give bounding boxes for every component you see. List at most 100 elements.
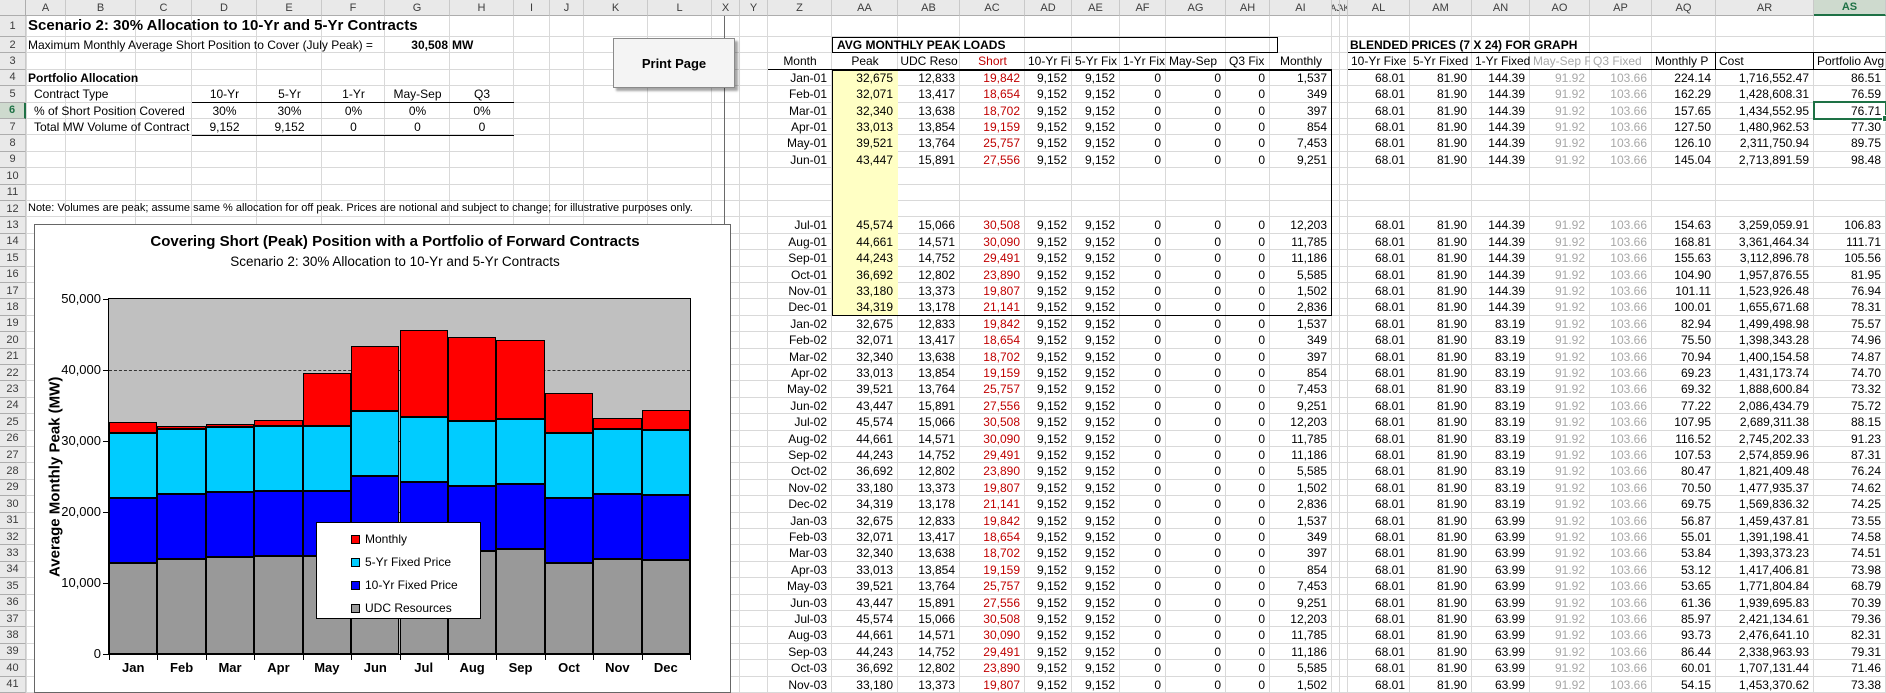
cell-AO19[interactable]: 91.92 bbox=[1530, 316, 1590, 332]
cell-AF33[interactable]: 0 bbox=[1120, 545, 1166, 561]
cell-AR30[interactable]: 1,569,836.32 bbox=[1716, 496, 1814, 512]
cell-AM27[interactable]: 81.90 bbox=[1410, 447, 1472, 463]
row-header-29[interactable]: 29 bbox=[0, 480, 26, 496]
cell-AD40[interactable]: 9,152 bbox=[1025, 660, 1072, 676]
cell-AM23[interactable]: 81.90 bbox=[1410, 381, 1472, 397]
cell-Z40[interactable]: Oct-03 bbox=[768, 660, 832, 676]
cell-H5[interactable]: Q3 bbox=[450, 86, 514, 102]
cell-AB28[interactable]: 12,802 bbox=[898, 463, 960, 479]
cell-AG33[interactable]: 0 bbox=[1166, 545, 1226, 561]
cell-AS21[interactable]: 74.87 bbox=[1814, 349, 1886, 365]
cell-AH21[interactable]: 0 bbox=[1226, 349, 1270, 365]
cell-AO25[interactable]: 91.92 bbox=[1530, 414, 1590, 430]
cell-AL35[interactable]: 68.01 bbox=[1348, 578, 1410, 594]
cell-AD23[interactable]: 9,152 bbox=[1025, 381, 1072, 397]
cell-AQ34[interactable]: 53.12 bbox=[1652, 562, 1716, 578]
column-header-E[interactable]: E bbox=[257, 0, 322, 16]
cell-AL7[interactable]: 68.01 bbox=[1348, 119, 1410, 135]
cell-AN26[interactable]: 83.19 bbox=[1472, 431, 1530, 447]
cell-AN28[interactable]: 83.19 bbox=[1472, 463, 1530, 479]
cell-AI21[interactable]: 397 bbox=[1270, 349, 1332, 365]
cell-AQ32[interactable]: 55.01 bbox=[1652, 529, 1716, 545]
cell-AG4[interactable]: 0 bbox=[1166, 70, 1226, 86]
cell-AH35[interactable]: 0 bbox=[1226, 578, 1270, 594]
cell-AO27[interactable]: 91.92 bbox=[1530, 447, 1590, 463]
cell-AH16[interactable]: 0 bbox=[1226, 267, 1270, 283]
cell-AD38[interactable]: 9,152 bbox=[1025, 627, 1072, 643]
cell-AL32[interactable]: 68.01 bbox=[1348, 529, 1410, 545]
cell-AA18[interactable]: 34,319 bbox=[832, 299, 898, 315]
cell-AM32[interactable]: 81.90 bbox=[1410, 529, 1472, 545]
cell-AB16[interactable]: 12,802 bbox=[898, 267, 960, 283]
cell-AH24[interactable]: 0 bbox=[1226, 398, 1270, 414]
cell-AN22[interactable]: 83.19 bbox=[1472, 365, 1530, 381]
cell-AO36[interactable]: 91.92 bbox=[1530, 595, 1590, 611]
cell-AS4[interactable]: 86.51 bbox=[1814, 70, 1886, 86]
cell-AE24[interactable]: 9,152 bbox=[1072, 398, 1120, 414]
cell-AM8[interactable]: 81.90 bbox=[1410, 135, 1472, 151]
column-header-H[interactable]: H bbox=[450, 0, 514, 16]
cell-AB7[interactable]: 13,854 bbox=[898, 119, 960, 135]
cell-AQ7[interactable]: 127.50 bbox=[1652, 119, 1716, 135]
cell-AN9[interactable]: 144.39 bbox=[1472, 152, 1530, 168]
cell-AR26[interactable]: 2,745,202.33 bbox=[1716, 431, 1814, 447]
cell-AE31[interactable]: 9,152 bbox=[1072, 513, 1120, 529]
cell-AQ39[interactable]: 86.44 bbox=[1652, 644, 1716, 660]
cell-AP32[interactable]: 103.66 bbox=[1590, 529, 1652, 545]
cell-AG24[interactable]: 0 bbox=[1166, 398, 1226, 414]
cell-AL14[interactable]: 68.01 bbox=[1348, 234, 1410, 250]
cell-AO15[interactable]: 91.92 bbox=[1530, 250, 1590, 266]
cell-AM5[interactable]: 81.90 bbox=[1410, 86, 1472, 102]
cell-AA21[interactable]: 32,340 bbox=[832, 349, 898, 365]
cell-AG39[interactable]: 0 bbox=[1166, 644, 1226, 660]
cell-Z19[interactable]: Jan-02 bbox=[768, 316, 832, 332]
cell-AE26[interactable]: 9,152 bbox=[1072, 431, 1120, 447]
cell-AR24[interactable]: 2,086,434.79 bbox=[1716, 398, 1814, 414]
cell-AL27[interactable]: 68.01 bbox=[1348, 447, 1410, 463]
column-header-AO[interactable]: AO bbox=[1530, 0, 1590, 16]
row-header-11[interactable]: 11 bbox=[0, 185, 26, 201]
cell-AC18[interactable]: 21,141 bbox=[960, 299, 1025, 315]
cell-AE38[interactable]: 9,152 bbox=[1072, 627, 1120, 643]
cell-AI5[interactable]: 349 bbox=[1270, 86, 1332, 102]
cell-AL21[interactable]: 68.01 bbox=[1348, 349, 1410, 365]
cell-AS38[interactable]: 82.31 bbox=[1814, 627, 1886, 643]
cell-AM29[interactable]: 81.90 bbox=[1410, 480, 1472, 496]
row-header-1[interactable]: 1 bbox=[0, 16, 26, 37]
cell-E6[interactable]: 30% bbox=[257, 103, 322, 119]
column-header-AF[interactable]: AF bbox=[1120, 0, 1166, 16]
cell-AP25[interactable]: 103.66 bbox=[1590, 414, 1652, 430]
cell-AS28[interactable]: 76.24 bbox=[1814, 463, 1886, 479]
cell-AP26[interactable]: 103.66 bbox=[1590, 431, 1652, 447]
cell-AS31[interactable]: 73.55 bbox=[1814, 513, 1886, 529]
max-short-value[interactable]: 30,508 bbox=[385, 37, 448, 53]
cell-D7[interactable]: 9,152 bbox=[192, 119, 257, 135]
cell-Z13[interactable]: Jul-01 bbox=[768, 217, 832, 233]
cell-AN37[interactable]: 63.99 bbox=[1472, 611, 1530, 627]
cell-AI40[interactable]: 5,585 bbox=[1270, 660, 1332, 676]
cell-AL3[interactable]: 10-Yr Fixe bbox=[1348, 53, 1410, 69]
cell-AQ8[interactable]: 126.10 bbox=[1652, 135, 1716, 151]
cell-AH37[interactable]: 0 bbox=[1226, 611, 1270, 627]
cell-AG36[interactable]: 0 bbox=[1166, 595, 1226, 611]
cell-AC32[interactable]: 18,654 bbox=[960, 529, 1025, 545]
cell-AQ29[interactable]: 70.50 bbox=[1652, 480, 1716, 496]
cell-Z26[interactable]: Aug-02 bbox=[768, 431, 832, 447]
cell-AH40[interactable]: 0 bbox=[1226, 660, 1270, 676]
row-header-30[interactable]: 30 bbox=[0, 496, 26, 512]
cell-AP27[interactable]: 103.66 bbox=[1590, 447, 1652, 463]
cell-AA34[interactable]: 33,013 bbox=[832, 562, 898, 578]
cell-AE5[interactable]: 9,152 bbox=[1072, 86, 1120, 102]
cell-AB15[interactable]: 14,752 bbox=[898, 250, 960, 266]
cell-Z5[interactable]: Feb-01 bbox=[768, 86, 832, 102]
cell-AB25[interactable]: 15,066 bbox=[898, 414, 960, 430]
cell-AS23[interactable]: 73.32 bbox=[1814, 381, 1886, 397]
cell-AI26[interactable]: 11,785 bbox=[1270, 431, 1332, 447]
cell-AE16[interactable]: 9,152 bbox=[1072, 267, 1120, 283]
row-header-4[interactable]: 4 bbox=[0, 70, 26, 86]
row-header-17[interactable]: 17 bbox=[0, 283, 26, 299]
cell-AR37[interactable]: 2,421,134.61 bbox=[1716, 611, 1814, 627]
selected-cell[interactable] bbox=[1813, 101, 1886, 120]
cell-AF19[interactable]: 0 bbox=[1120, 316, 1166, 332]
cell-Z25[interactable]: Jul-02 bbox=[768, 414, 832, 430]
